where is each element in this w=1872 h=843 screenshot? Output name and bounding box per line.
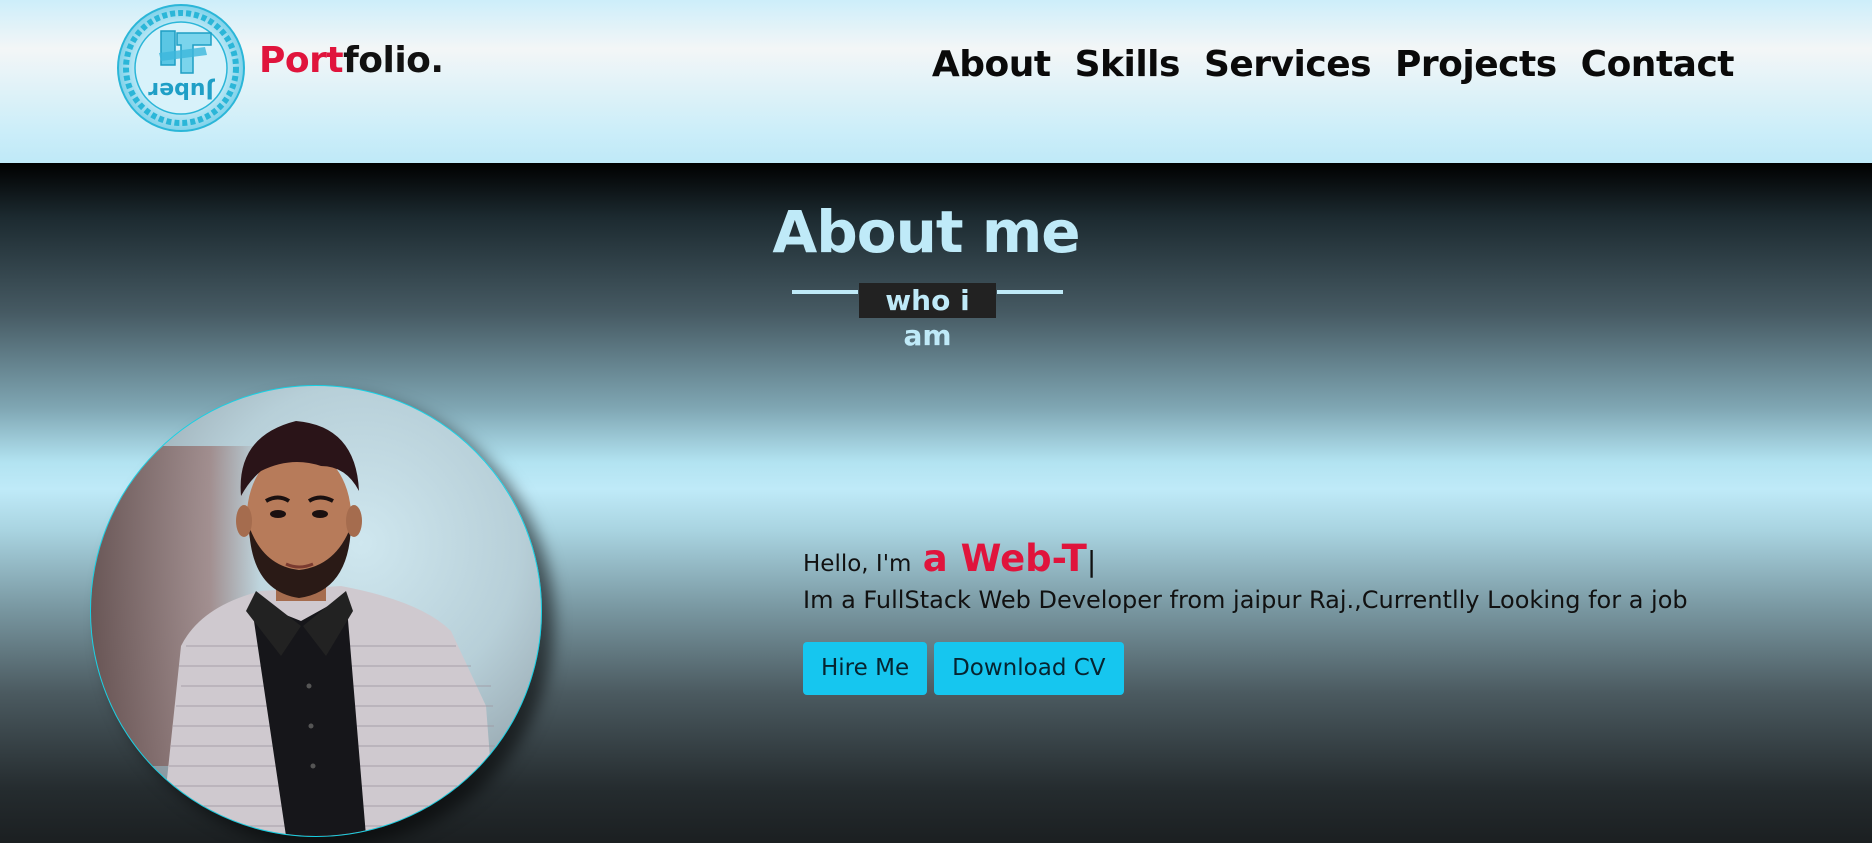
hello-line: Hello, I'm a Web-T| [803, 537, 1688, 580]
nav-projects[interactable]: Projects [1395, 44, 1557, 85]
brand-name[interactable]: Portfolio. [259, 40, 444, 81]
title-divider-left [792, 290, 858, 294]
person-illustration [161, 421, 496, 836]
nav-services[interactable]: Services [1204, 44, 1372, 85]
typing-cursor: | [1086, 545, 1097, 578]
hire-me-button[interactable]: Hire Me [803, 642, 928, 695]
brand-rest: folio. [343, 40, 444, 81]
site-header: Juber Portfolio. About Skills Services P… [0, 0, 1872, 163]
main-nav: About Skills Services Projects Contact [932, 44, 1735, 85]
hello-prefix: Hello, I'm [803, 551, 912, 577]
section-title: About me [772, 198, 1080, 266]
about-section: About me who i am Hello, I'm a Web-T| Im… [0, 163, 1872, 843]
section-subtitle: who i am [859, 283, 996, 352]
cta-buttons: Hire Me Download CV [803, 642, 1124, 695]
nav-skills[interactable]: Skills [1075, 44, 1181, 85]
nav-about[interactable]: About [932, 44, 1051, 85]
logo[interactable]: Juber [115, 3, 247, 133]
logo-text: Juber [148, 77, 216, 102]
profile-photo [90, 385, 542, 837]
download-cv-button[interactable]: Download CV [934, 642, 1124, 695]
typed-role: a Web-T [922, 537, 1087, 580]
intro-description: Im a FullStack Web Developer from jaipur… [803, 586, 1688, 614]
title-divider-right [997, 290, 1063, 294]
intro-block: Hello, I'm a Web-T| Im a FullStack Web D… [803, 537, 1688, 614]
brand-accent: Port [259, 40, 344, 81]
nav-contact[interactable]: Contact [1581, 44, 1735, 85]
portfolio-page: Juber Portfolio. About Skills Services P… [0, 0, 1872, 843]
